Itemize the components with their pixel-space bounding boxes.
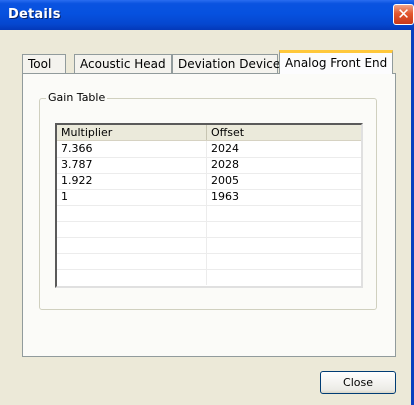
offset-cell[interactable]: 2005 xyxy=(207,173,361,189)
multiplier-cell[interactable]: 1.922 xyxy=(57,173,207,189)
empty-table-row[interactable] xyxy=(57,221,361,238)
empty-table-row[interactable] xyxy=(57,269,361,285)
details-dialog: Details ✕ Tool Acoustic Head Deviation D… xyxy=(0,0,414,405)
empty-table-row[interactable] xyxy=(57,253,361,270)
gain-table[interactable]: Multiplier Offset 7.366 2024 3.787 2028 … xyxy=(55,123,363,288)
table-row[interactable]: 1 1963 xyxy=(57,189,361,206)
empty-cell[interactable] xyxy=(57,205,207,221)
tab-tool[interactable]: Tool xyxy=(22,54,66,74)
table-row[interactable]: 7.366 2024 xyxy=(57,141,361,158)
tab-analog-front-end[interactable]: Analog Front End xyxy=(279,50,393,74)
offset-cell[interactable]: 2028 xyxy=(207,157,361,173)
offset-cell[interactable]: 2024 xyxy=(207,141,361,157)
empty-table-row[interactable] xyxy=(57,205,361,222)
table-row[interactable]: 1.922 2005 xyxy=(57,173,361,190)
tab-acoustic-head[interactable]: Acoustic Head xyxy=(74,54,172,74)
tab-panel-analog-front-end: Gain Table Multiplier Offset 7.366 2024 … xyxy=(22,73,396,357)
gain-table-group: Gain Table Multiplier Offset 7.366 2024 … xyxy=(39,91,377,310)
window-close-button[interactable]: ✕ xyxy=(393,4,414,25)
column-header-multiplier[interactable]: Multiplier xyxy=(57,125,207,140)
gain-table-group-label: Gain Table xyxy=(46,91,108,104)
offset-cell[interactable]: 1963 xyxy=(207,189,361,205)
multiplier-cell[interactable]: 1 xyxy=(57,189,207,205)
close-button[interactable]: Close xyxy=(320,371,396,394)
column-header-offset[interactable]: Offset xyxy=(207,125,361,140)
multiplier-cell[interactable]: 7.366 xyxy=(57,141,207,157)
window-title: Details xyxy=(8,7,61,22)
empty-cell[interactable] xyxy=(57,269,207,285)
close-icon: ✕ xyxy=(397,5,410,23)
multiplier-cell[interactable]: 3.787 xyxy=(57,157,207,173)
empty-cell[interactable] xyxy=(57,221,207,237)
empty-table-row[interactable] xyxy=(57,237,361,254)
empty-cell[interactable] xyxy=(57,237,207,253)
table-header: Multiplier Offset xyxy=(57,125,361,141)
title-bar[interactable]: Details ✕ xyxy=(0,0,414,30)
empty-cell[interactable] xyxy=(57,253,207,269)
tab-deviation-device[interactable]: Deviation Device xyxy=(172,54,280,74)
table-row[interactable]: 3.787 2028 xyxy=(57,157,361,174)
